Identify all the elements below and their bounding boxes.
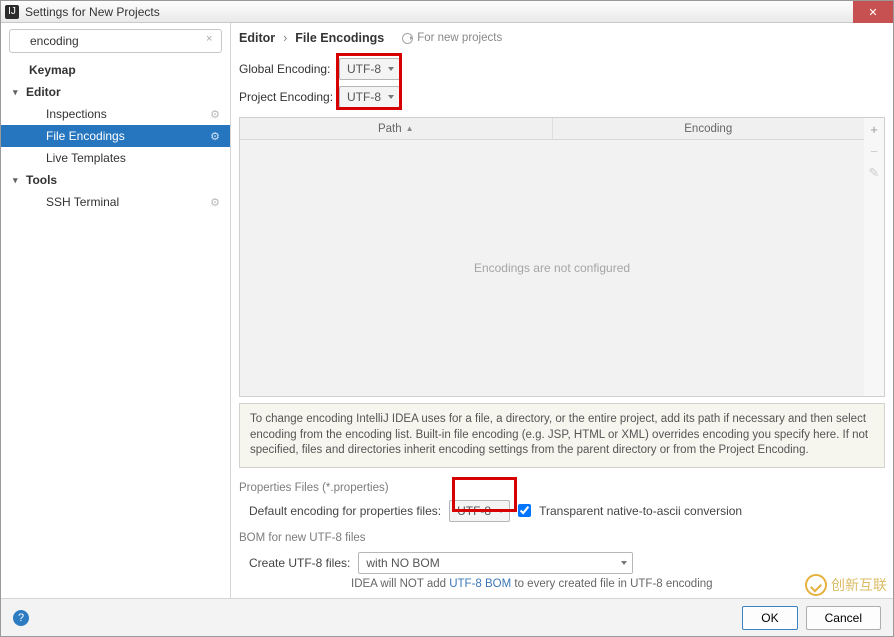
- hint-panel: To change encoding IntelliJ IDEA uses fo…: [239, 403, 885, 468]
- help-button[interactable]: ?: [13, 610, 29, 626]
- add-row-button[interactable]: +: [864, 118, 884, 140]
- gear-icon: ⚙: [210, 196, 220, 209]
- cancel-button[interactable]: Cancel: [806, 606, 881, 630]
- global-encoding-combo[interactable]: UTF-8: [339, 58, 400, 80]
- properties-encoding-label: Default encoding for properties files:: [239, 504, 441, 518]
- tree-item-keymap[interactable]: Keymap: [1, 59, 230, 81]
- gear-icon: ⚙: [210, 108, 220, 121]
- dialog-footer: ? OK Cancel: [1, 598, 893, 636]
- ok-button[interactable]: OK: [742, 606, 797, 630]
- breadcrumb-leaf: File Encodings: [295, 31, 384, 45]
- scope-badge: For new projects: [402, 32, 502, 44]
- chevron-down-icon: ▾: [13, 175, 18, 186]
- tree-item-tools[interactable]: ▾Tools: [1, 169, 230, 191]
- chevron-down-icon: [388, 67, 394, 71]
- bom-note: IDEA will NOT add UTF-8 BOM to every cre…: [351, 578, 885, 590]
- gear-icon: ⚙: [210, 130, 220, 143]
- settings-window: IJ Settings for New Projects ✕ × Keymap …: [0, 0, 894, 637]
- create-utf8-combo[interactable]: with NO BOM: [358, 552, 633, 574]
- titlebar: IJ Settings for New Projects ✕: [1, 1, 893, 23]
- chevron-down-icon: ▾: [13, 87, 18, 98]
- window-title: Settings for New Projects: [25, 5, 160, 19]
- project-encoding-label: Project Encoding:: [239, 90, 339, 104]
- chevron-right-icon: ›: [283, 31, 287, 45]
- reset-icon: [402, 33, 413, 44]
- breadcrumb-root[interactable]: Editor: [239, 31, 275, 45]
- settings-tree: Keymap ▾Editor Inspections⚙ File Encodin…: [1, 57, 230, 598]
- transparent-ascii-checkbox[interactable]: [518, 504, 531, 517]
- tree-item-file-encodings[interactable]: File Encodings⚙: [1, 125, 230, 147]
- tree-item-editor[interactable]: ▾Editor: [1, 81, 230, 103]
- sidebar: × Keymap ▾Editor Inspections⚙ File Encod…: [1, 23, 231, 598]
- tree-item-ssh-terminal[interactable]: SSH Terminal⚙: [1, 191, 230, 213]
- encodings-table: Path▲ Encoding + Encodings are not confi…: [239, 117, 885, 397]
- column-encoding[interactable]: Encoding: [553, 118, 865, 139]
- tree-item-inspections[interactable]: Inspections⚙: [1, 103, 230, 125]
- properties-encoding-combo[interactable]: UTF-8: [449, 500, 510, 522]
- app-icon: IJ: [5, 5, 19, 19]
- utf8-bom-link[interactable]: UTF-8 BOM: [449, 578, 511, 590]
- global-encoding-label: Global Encoding:: [239, 62, 339, 76]
- close-button[interactable]: ✕: [853, 1, 893, 23]
- project-encoding-combo[interactable]: UTF-8: [339, 86, 400, 108]
- clear-search-icon[interactable]: ×: [206, 34, 216, 44]
- content-pane: Editor › File Encodings For new projects…: [231, 23, 893, 598]
- chevron-down-icon: [498, 509, 504, 513]
- properties-section-label: Properties Files (*.properties): [239, 482, 885, 494]
- chevron-down-icon: [388, 95, 394, 99]
- column-path[interactable]: Path▲: [240, 118, 553, 139]
- search-input[interactable]: [9, 29, 222, 53]
- chevron-down-icon: [621, 561, 627, 565]
- transparent-ascii-label: Transparent native-to-ascii conversion: [539, 504, 742, 518]
- sort-asc-icon: ▲: [406, 124, 414, 133]
- bom-section-label: BOM for new UTF-8 files: [239, 532, 885, 544]
- remove-row-button[interactable]: −: [864, 140, 884, 162]
- create-utf8-label: Create UTF-8 files:: [249, 556, 350, 570]
- breadcrumb: Editor › File Encodings For new projects: [231, 23, 893, 53]
- tree-item-live-templates[interactable]: Live Templates: [1, 147, 230, 169]
- edit-row-button[interactable]: ✎: [864, 162, 884, 184]
- table-empty-message: Encodings are not configured: [240, 140, 864, 396]
